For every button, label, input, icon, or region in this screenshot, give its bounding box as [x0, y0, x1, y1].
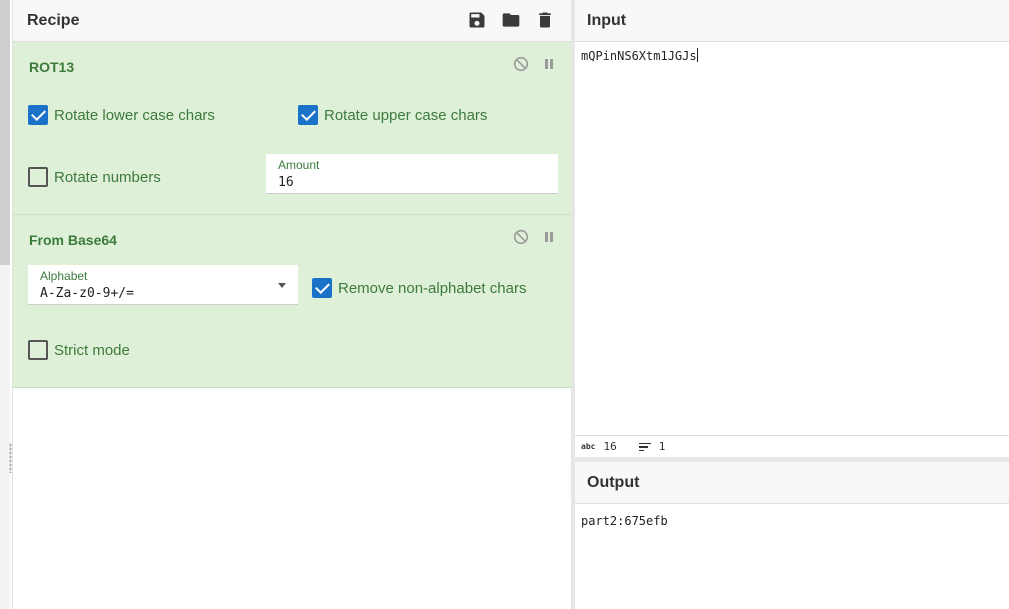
output-textarea[interactable]: part2:675efb — [581, 514, 668, 528]
output-value: part2:675efb — [581, 514, 668, 528]
line-count-icon — [638, 442, 651, 452]
load-recipe-button[interactable] — [499, 8, 523, 32]
save-icon — [469, 12, 485, 28]
checkbox-label: Rotate upper case chars — [324, 106, 488, 124]
operation-controls — [513, 56, 557, 72]
field-label: Alphabet — [40, 269, 88, 283]
scrollbar-thumb[interactable] — [0, 0, 10, 265]
disable-operation-button[interactable] — [513, 229, 529, 245]
output-pane: Output part2:675efb — [575, 462, 1009, 609]
alphabet-select[interactable]: Alphabet A-Za-z0-9+/= — [28, 265, 298, 305]
input-pane: Input mQPinNS6Xtm1JGJs abc 16 1 — [575, 0, 1009, 457]
operation-title: From Base64 — [29, 232, 117, 248]
character-count-icon: abc — [581, 442, 596, 451]
operation-controls — [513, 229, 557, 245]
pause-icon — [545, 232, 553, 242]
output-title: Output — [587, 473, 640, 491]
folder-icon — [502, 13, 520, 27]
recipe-pane: Recipe ROT13 Rotate lower case chars Rot… — [12, 0, 571, 609]
dropdown-caret-icon — [278, 283, 286, 288]
character-count: 16 — [603, 440, 617, 453]
disable-icon — [513, 56, 529, 72]
text-cursor — [696, 48, 698, 62]
line-count: 1 — [658, 440, 666, 453]
amount-field[interactable]: Amount 16 — [266, 154, 558, 194]
checkbox-label: Rotate lower case chars — [54, 106, 215, 124]
checkbox-checked[interactable] — [28, 105, 48, 125]
disable-icon — [513, 229, 529, 245]
checkbox-checked[interactable] — [312, 278, 332, 298]
breakpoint-button[interactable] — [541, 56, 557, 72]
input-title: Input — [587, 11, 627, 29]
trash-icon — [539, 12, 551, 28]
save-recipe-button[interactable] — [465, 8, 489, 32]
alphabet-value: A-Za-z0-9+/= — [40, 286, 134, 301]
recipe-toolbar — [465, 8, 557, 32]
breakpoint-button[interactable] — [541, 229, 557, 245]
checkbox-checked[interactable] — [298, 105, 318, 125]
recipe-title: Recipe — [27, 11, 80, 29]
checkbox-label: Rotate numbers — [54, 168, 161, 186]
input-header: Input — [575, 0, 1009, 42]
field-label: Amount — [278, 158, 320, 172]
input-value: mQPinNS6Xtm1JGJs — [581, 49, 697, 63]
pause-icon — [545, 59, 553, 69]
checkbox-label: Remove non-alphabet chars — [338, 279, 527, 297]
operation-from-base64: From Base64 Alphabet A-Za-z0-9+/= Remove… — [13, 215, 571, 388]
amount-input[interactable]: 16 — [278, 175, 294, 190]
operation-title: ROT13 — [29, 59, 75, 75]
input-status-bar: abc 16 1 — [575, 435, 1009, 457]
disable-operation-button[interactable] — [513, 56, 529, 72]
remove-non-alphabet-checkbox[interactable]: Remove non-alphabet chars — [312, 278, 526, 298]
input-textarea[interactable]: mQPinNS6Xtm1JGJs — [581, 48, 698, 63]
left-scrollbar[interactable] — [0, 0, 12, 609]
checkbox-label: Strict mode — [54, 341, 130, 359]
output-header: Output — [575, 462, 1009, 504]
checkbox-unchecked[interactable] — [28, 167, 48, 187]
checkbox-unchecked[interactable] — [28, 340, 48, 360]
rotate-numbers-checkbox[interactable]: Rotate numbers — [28, 167, 161, 187]
strict-mode-checkbox[interactable]: Strict mode — [28, 340, 130, 360]
operation-rot13: ROT13 Rotate lower case chars Rotate upp… — [13, 42, 571, 215]
rotate-lower-checkbox[interactable]: Rotate lower case chars — [28, 105, 215, 125]
clear-recipe-button[interactable] — [533, 8, 557, 32]
rotate-upper-checkbox[interactable]: Rotate upper case chars — [298, 105, 487, 125]
